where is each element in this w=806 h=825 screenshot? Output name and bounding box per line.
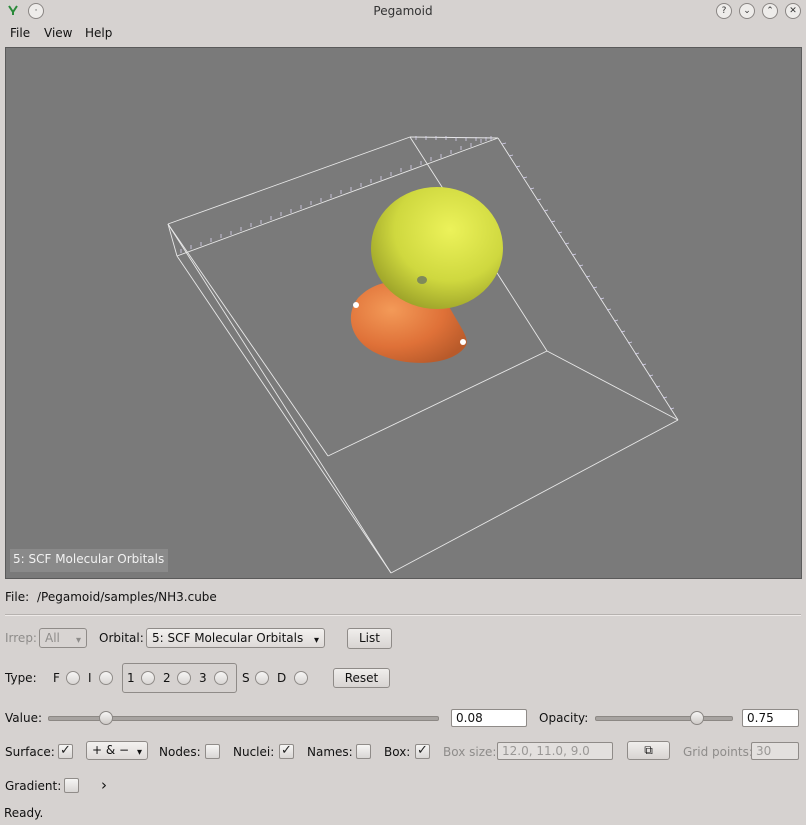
type-1-label: 1	[127, 671, 135, 685]
surface-checkbox[interactable]: ✓	[58, 744, 73, 759]
maximize-button[interactable]: ⌃	[762, 3, 778, 19]
orbital-select[interactable]: 5: SCF Molecular Orbitals ▾	[146, 628, 325, 648]
file-path: /Pegamoid/samples/NH3.cube	[37, 590, 217, 604]
value-label: Value:	[5, 711, 42, 725]
type-d-label: D	[277, 671, 287, 685]
type-s-radio[interactable]	[255, 671, 269, 685]
box-size-label: Box size:	[443, 745, 497, 759]
box-checkbox[interactable]: ✓	[415, 744, 430, 759]
chevron-down-icon: ▾	[75, 635, 81, 646]
positive-lobe	[371, 187, 503, 309]
box-size-input[interactable]: 12.0, 11.0, 9.0	[497, 742, 613, 760]
type-i-radio[interactable]	[99, 671, 113, 685]
chevron-down-icon: ▾	[136, 747, 142, 758]
value-slider-handle[interactable]	[99, 711, 114, 725]
nitrogen-nucleus	[417, 276, 427, 284]
nodes-checkbox[interactable]	[205, 744, 220, 759]
chevron-right-icon[interactable]: ›	[101, 776, 107, 794]
menu-bar	[0, 22, 806, 46]
viewport-orbital-label: 5: SCF Molecular Orbitals	[10, 549, 169, 572]
render-viewport[interactable]: 5: SCF Molecular Orbitals	[5, 47, 802, 579]
type-1-radio[interactable]	[141, 671, 155, 685]
menu-file[interactable]: File	[10, 26, 30, 40]
irrep-label: Irrep:	[5, 631, 37, 645]
cube-icon: ⧉	[644, 743, 653, 757]
type-3-radio[interactable]	[214, 671, 228, 685]
opacity-input[interactable]: 0.75	[742, 709, 799, 727]
nuclei-label: Nuclei:	[233, 745, 275, 759]
names-label: Names:	[307, 745, 353, 759]
box-fit-button[interactable]: ⧉	[627, 741, 670, 760]
type-d-radio[interactable]	[294, 671, 308, 685]
type-s-label: S	[242, 671, 250, 685]
hydrogen-nucleus	[353, 302, 359, 308]
surface-label: Surface:	[5, 745, 55, 759]
list-button[interactable]: List	[347, 628, 392, 649]
type-i-label: I	[88, 671, 92, 685]
grid-points-input[interactable]: 30	[751, 742, 799, 760]
orbital-scene	[167, 136, 679, 574]
window-title: Pegamoid	[373, 4, 433, 18]
opacity-slider[interactable]	[595, 716, 733, 721]
type-f-radio[interactable]	[66, 671, 80, 685]
opacity-slider-handle[interactable]	[690, 711, 704, 725]
type-2-radio[interactable]	[177, 671, 191, 685]
menu-help[interactable]: Help	[85, 26, 112, 40]
type-3-label: 3	[199, 671, 207, 685]
grid-points-label: Grid points:	[683, 745, 753, 759]
irrep-select[interactable]: All ▾	[39, 628, 87, 648]
chevron-down-icon: ▾	[313, 635, 319, 646]
reset-button[interactable]: Reset	[333, 668, 390, 688]
box-label: Box:	[384, 745, 411, 759]
gradient-checkbox[interactable]	[64, 778, 79, 793]
nodes-label: Nodes:	[159, 745, 201, 759]
type-label: Type:	[5, 671, 37, 685]
menu-view[interactable]: View	[44, 26, 72, 40]
opacity-label: Opacity:	[539, 711, 589, 725]
value-input[interactable]: 0.08	[451, 709, 527, 727]
names-checkbox[interactable]	[356, 744, 371, 759]
type-f-label: F	[53, 671, 60, 685]
hydrogen-nucleus	[460, 339, 466, 345]
help-window-button[interactable]: ?	[716, 3, 732, 19]
surface-mode-select[interactable]: + & − ▾	[86, 741, 148, 760]
file-label: File:	[5, 590, 30, 604]
gradient-label: Gradient:	[5, 779, 62, 793]
orbital-label: Orbital:	[99, 631, 144, 645]
type-2-label: 2	[163, 671, 171, 685]
close-button[interactable]: ✕	[785, 3, 801, 19]
minimize-button[interactable]: ⌄	[739, 3, 755, 19]
nuclei-checkbox[interactable]: ✓	[279, 744, 294, 759]
status-bar-text: Ready.	[4, 806, 44, 820]
separator	[5, 614, 801, 616]
